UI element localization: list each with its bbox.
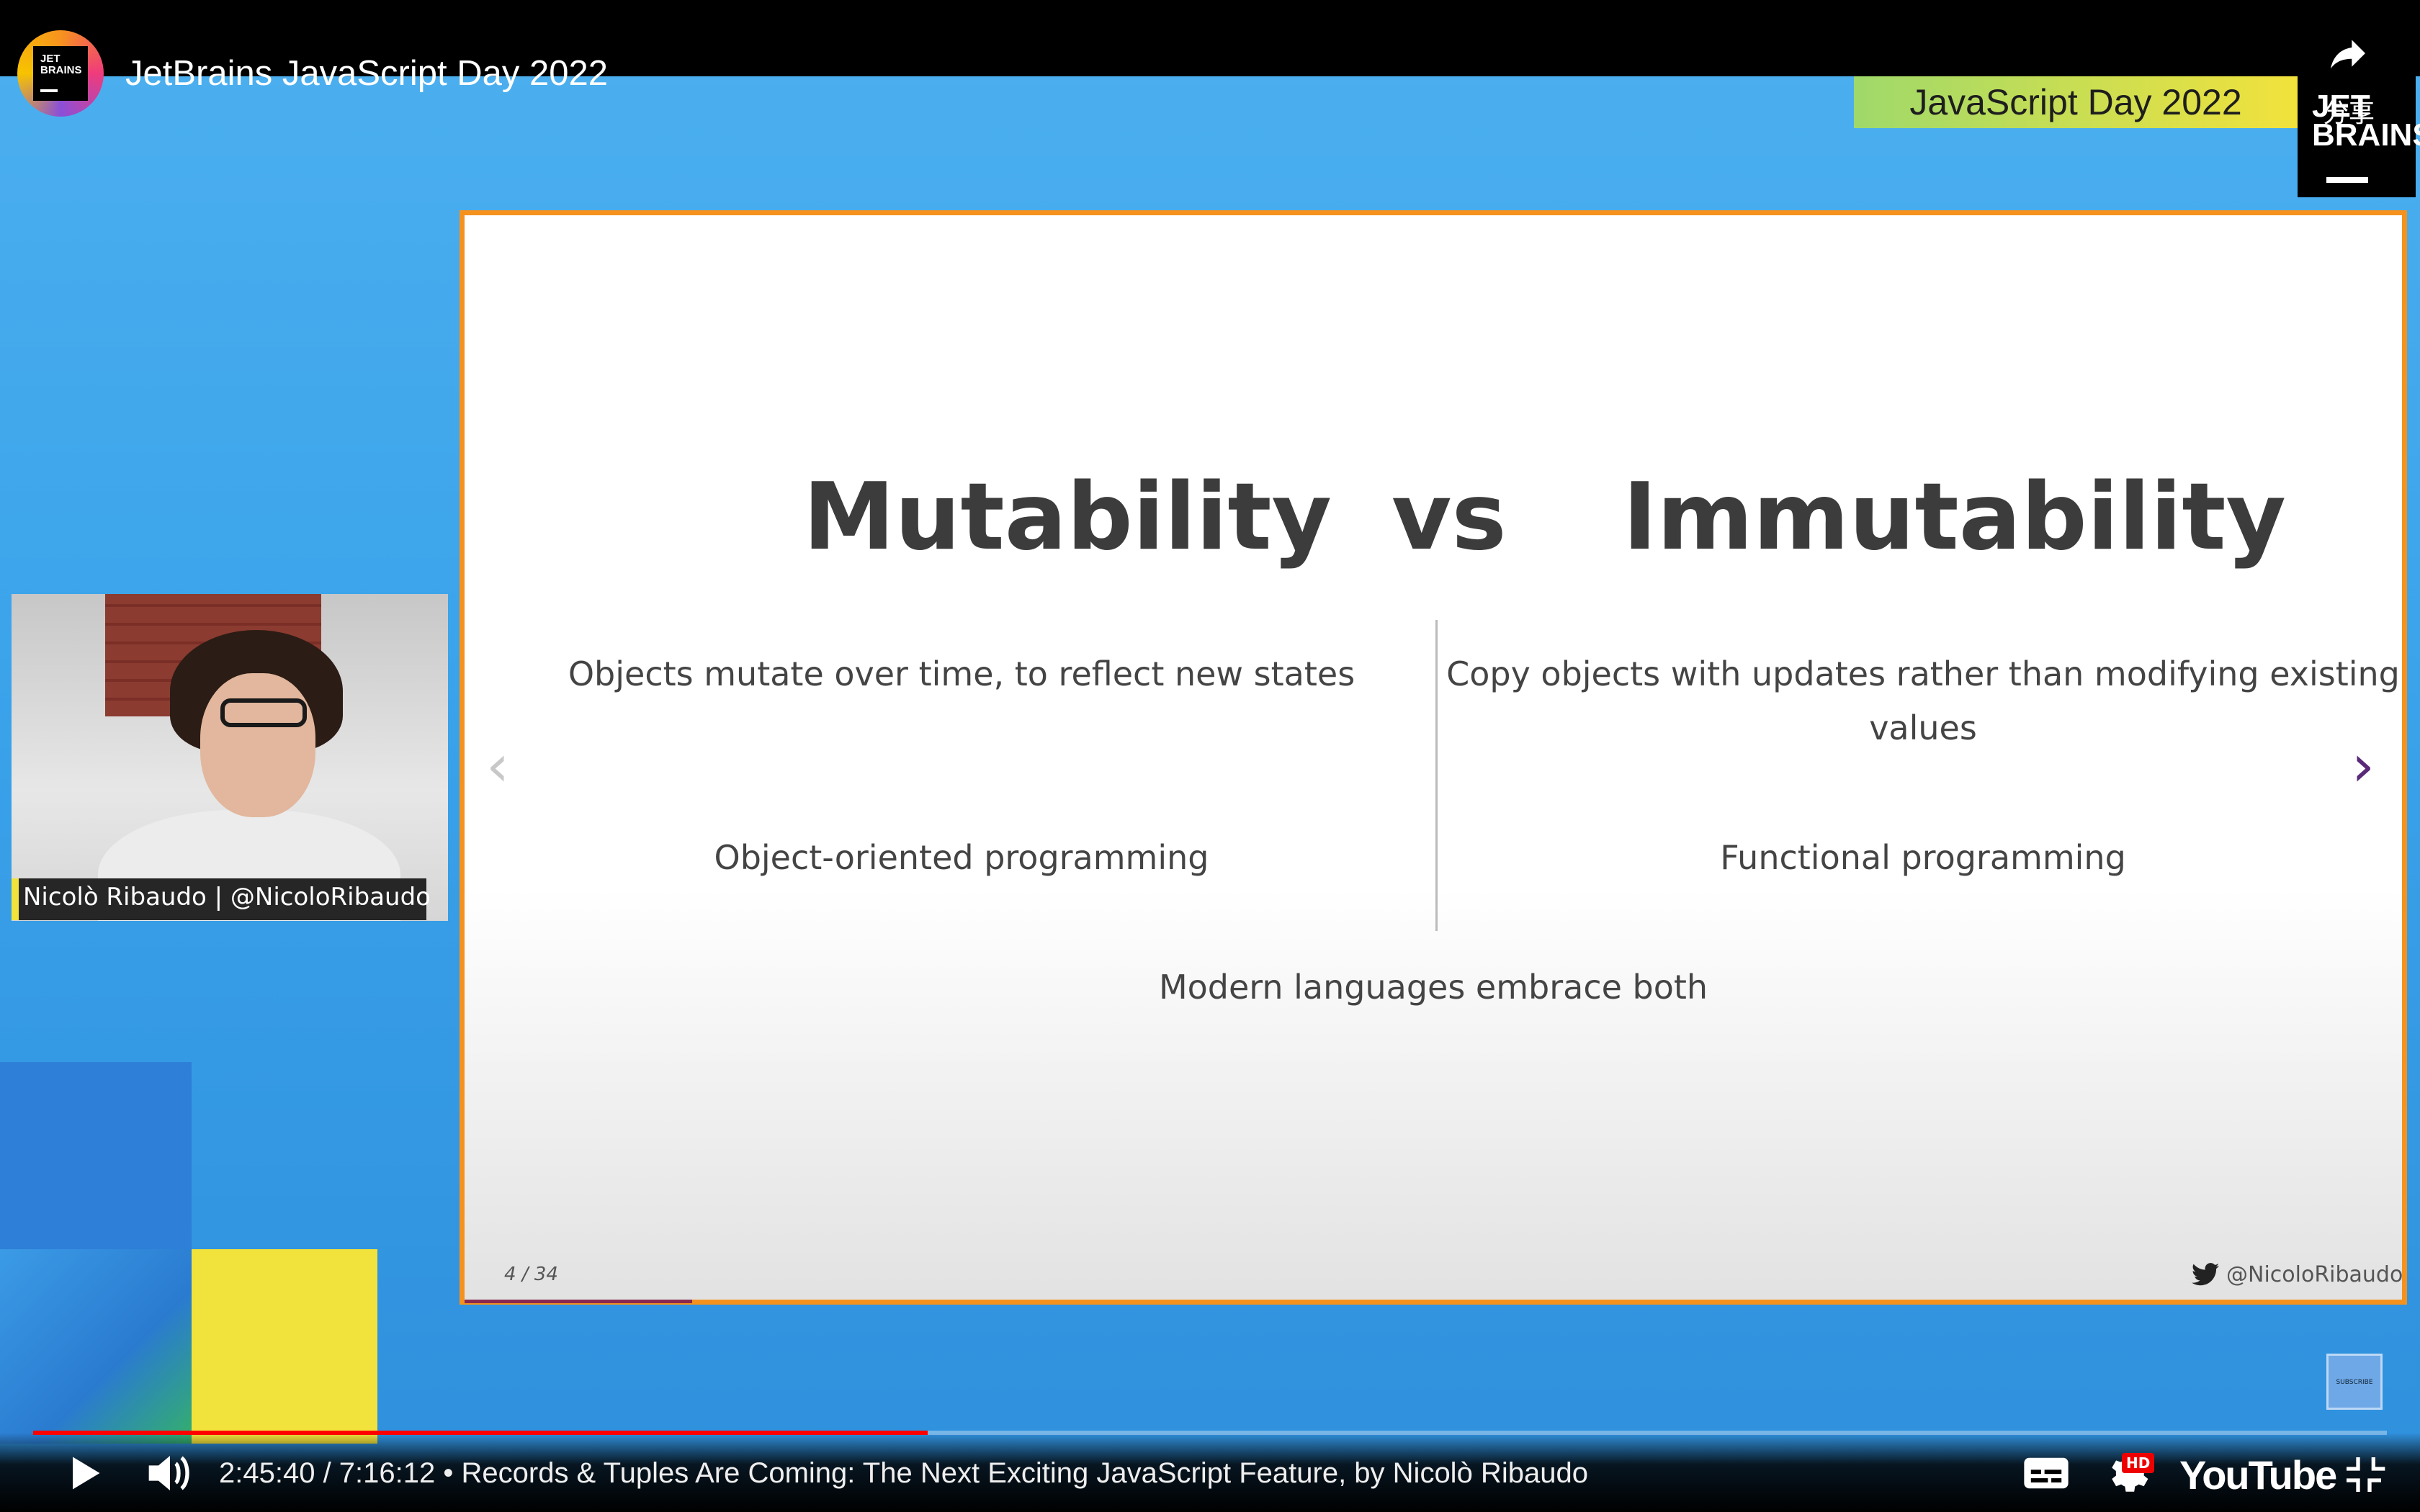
slide-twitter-handle: @NicoloRibaudo: [2226, 1262, 2403, 1287]
video-title[interactable]: JetBrains JavaScript Day 2022: [125, 53, 608, 94]
time-and-title-readout: 2:45:40 / 7:16:12 • Records & Tuples Are…: [219, 1457, 1588, 1490]
volume-icon[interactable]: [144, 1450, 196, 1496]
twitter-icon: [2192, 1263, 2219, 1286]
decorative-block-yellow: [192, 1249, 377, 1444]
immutability-point: Copy objects with updates rather than mo…: [1446, 654, 2400, 747]
channel-logo-icon: JET BRAINS: [33, 46, 88, 101]
slide-progress-bar: [465, 1300, 692, 1303]
slide-heading-immutability: Immutability: [1623, 464, 2286, 571]
subscribe-button[interactable]: SUBSCRIBE: [2326, 1354, 2383, 1410]
time-display: 2:45:40 / 7:16:12: [219, 1457, 436, 1489]
progress-bar-played: [33, 1431, 928, 1435]
chapter-title[interactable]: Records & Tuples Are Coming: The Next Ex…: [462, 1457, 1588, 1489]
subtitles-icon[interactable]: [2022, 1456, 2070, 1490]
slide-conclusion: Modern languages embrace both: [1158, 968, 1708, 1007]
video-frame[interactable]: JavaScript Day 2022 JETBRAINS Mutability…: [0, 0, 2420, 1512]
slide-heading-vs: vs: [1392, 464, 1507, 571]
slide-prev-arrow-icon[interactable]: ‹: [486, 732, 509, 799]
play-icon[interactable]: [62, 1452, 105, 1495]
slide-heading-mutability: Mutability: [803, 464, 1332, 571]
webcam-glasses: [220, 698, 307, 727]
mutability-point: Objects mutate over time, to reflect new…: [568, 654, 1355, 693]
youtube-logo[interactable]: YouTube: [2179, 1452, 2337, 1498]
decorative-block-gradient: [0, 1249, 192, 1444]
hd-badge: HD: [2122, 1453, 2155, 1473]
slide-divider: [1435, 620, 1438, 931]
speaker-webcam: [12, 594, 448, 921]
event-badge: JavaScript Day 2022: [1854, 76, 2298, 128]
share-icon[interactable]: [2325, 30, 2371, 76]
slide-page-number: 4 / 34: [504, 1264, 558, 1285]
webcam-face: [200, 673, 315, 817]
mutability-paradigm: Object-oriented programming: [714, 838, 1209, 877]
exit-fullscreen-icon[interactable]: [2341, 1452, 2387, 1498]
title-separator: •: [435, 1457, 462, 1489]
presentation-slide: Mutability vs Immutability Objects mutat…: [460, 210, 2407, 1305]
channel-avatar[interactable]: JET BRAINS: [17, 30, 104, 117]
slide-next-arrow-icon[interactable]: ›: [2352, 732, 2375, 799]
immutability-paradigm: Functional programming: [1720, 838, 2126, 877]
speaker-name: Nicolò Ribaudo | @NicoloRibaudo: [23, 883, 431, 912]
share-label[interactable]: 分享: [2323, 92, 2375, 130]
